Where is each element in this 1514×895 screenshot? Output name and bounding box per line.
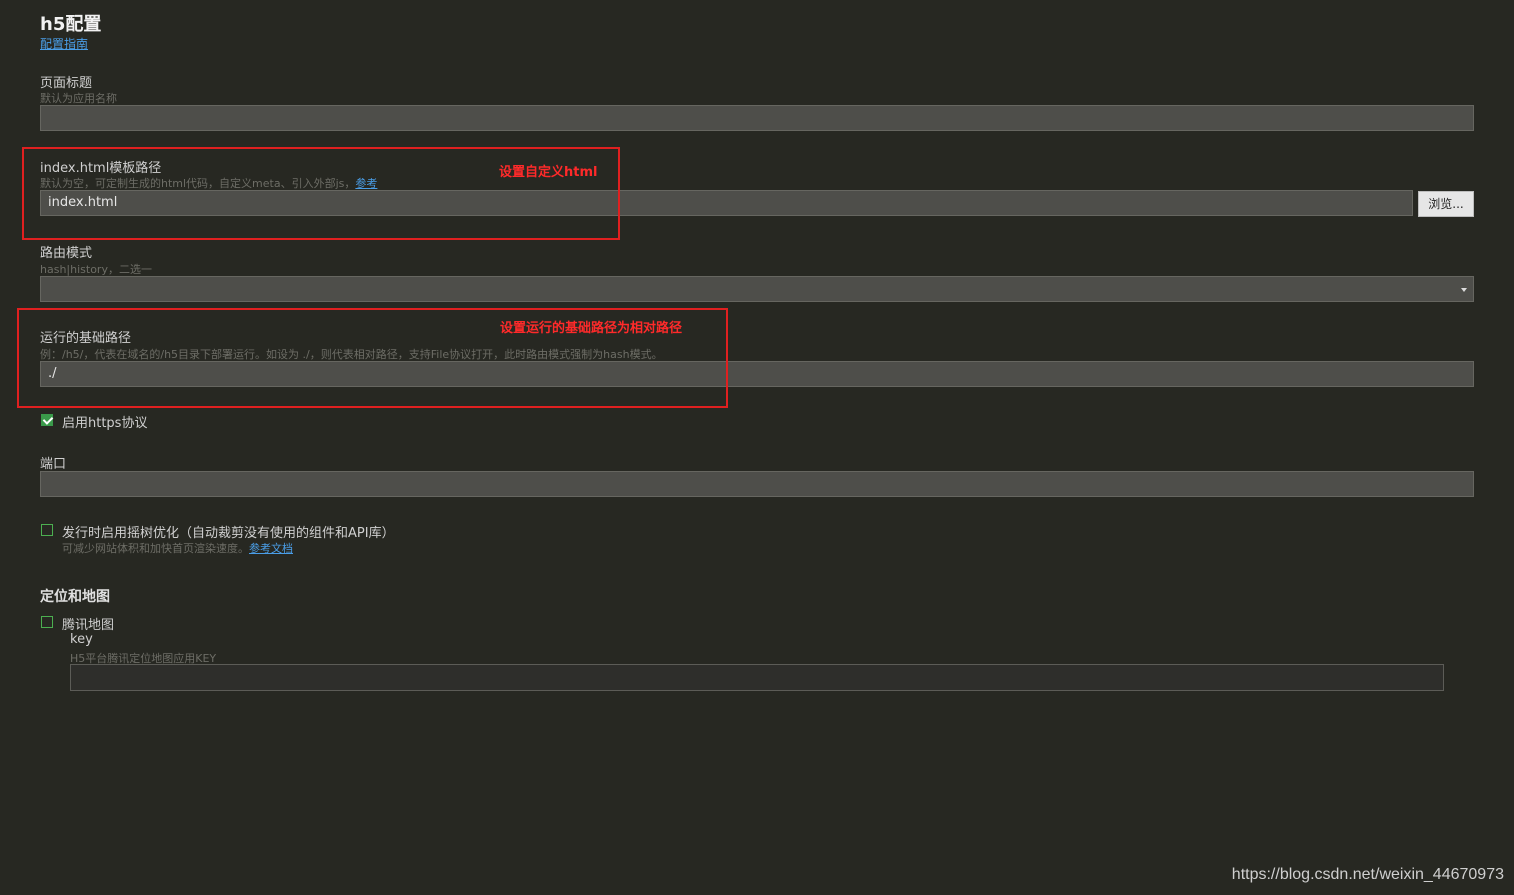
treeshake-checkbox[interactable]	[41, 524, 53, 536]
router-mode-label: 路由模式	[40, 246, 93, 261]
https-label: 启用https协议	[62, 416, 148, 431]
router-mode-select[interactable]	[40, 276, 1474, 302]
tencent-map-checkbox[interactable]	[41, 616, 53, 628]
page-title-label: 页面标题	[40, 76, 93, 91]
treeshake-hint: 可减少网站体积和加快首页渲染速度。参考文档	[62, 540, 293, 556]
map-key-input[interactable]	[70, 664, 1444, 691]
annotation-relative-path: 设置运行的基础路径为相对路径	[500, 321, 683, 336]
router-mode-hint: hash|history，二选一	[40, 263, 152, 276]
map-key-label: key	[70, 632, 93, 647]
page-title-hint: 默认为应用名称	[40, 92, 117, 105]
treeshake-hint-text: 可减少网站体积和加快首页渲染速度。	[62, 542, 249, 555]
annotation-custom-html: 设置自定义html	[499, 165, 598, 180]
browse-button[interactable]: 浏览...	[1418, 191, 1474, 217]
port-label: 端口	[40, 457, 67, 472]
config-guide-link[interactable]: 配置指南	[40, 35, 88, 52]
page-title: h5配置	[40, 14, 102, 35]
treeshake-label: 发行时启用摇树优化（自动裁剪没有使用的组件和API库）	[62, 526, 395, 541]
page-title-input[interactable]	[40, 105, 1474, 131]
chevron-down-icon	[1461, 288, 1467, 292]
tencent-map-label: 腾讯地图	[62, 618, 115, 633]
port-input[interactable]	[40, 471, 1474, 497]
treeshake-docs-link[interactable]: 参考文档	[249, 542, 293, 555]
location-section-title: 定位和地图	[40, 589, 110, 605]
https-checkbox[interactable]	[41, 414, 53, 426]
watermark: https://blog.csdn.net/weixin_44670973	[1231, 866, 1504, 883]
